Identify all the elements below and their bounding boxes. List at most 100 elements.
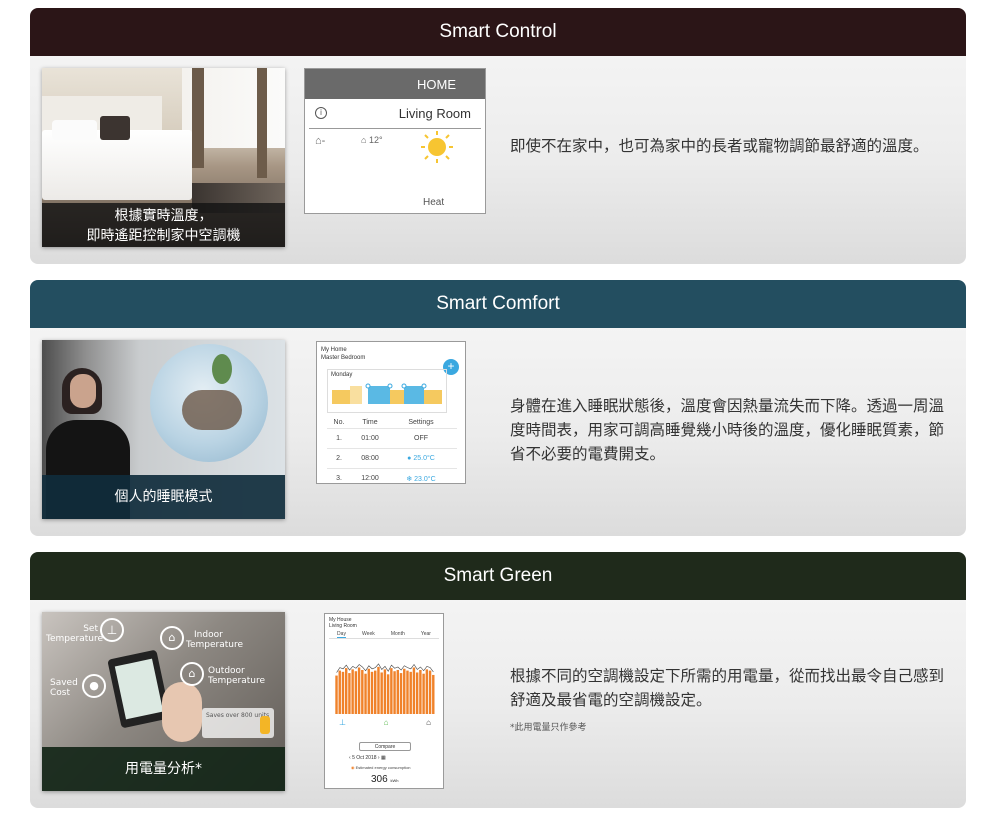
chart-bar — [354, 671, 358, 714]
chart-bar — [357, 667, 361, 714]
col-settings: Settings — [408, 419, 434, 426]
chart-bar — [341, 671, 345, 714]
tab-day[interactable]: Day — [337, 631, 346, 638]
estimated-row: ◉ Estimated energy consumption — [351, 765, 411, 770]
energy-analysis-photo: ⊥ ⌂ ⌂ ● Set Temperature Indoor Temperatu… — [42, 612, 285, 791]
app-screen-control: HOME i Living Room ⌂- ⌂ 12° Heat — [304, 68, 486, 214]
tab-month[interactable]: Month — [391, 631, 405, 638]
snowflake-icon: ❄ — [406, 475, 415, 483]
cell-setting: 23.0°C — [414, 475, 436, 483]
energy-bar-chart — [335, 663, 435, 714]
thermometer-icon: ⊥ — [100, 618, 124, 642]
chart-bar — [415, 672, 419, 714]
photo-caption: 個人的睡眠模式 — [42, 475, 285, 519]
mode-label: Heat — [423, 197, 445, 208]
indoor-icon: ⌂ — [160, 626, 184, 650]
day-label: Monday — [331, 372, 353, 378]
chart-bar — [412, 667, 416, 714]
chart-bar — [403, 668, 406, 714]
cell-no: 3. — [336, 475, 342, 482]
app-screen-green: My House Living Room Day Week Month Year… — [324, 613, 444, 789]
home-icon: ⌂- — [315, 135, 326, 147]
compare-button[interactable]: Compare — [359, 742, 411, 751]
chart-bar — [367, 668, 370, 714]
chart-bar — [419, 669, 422, 714]
set-temp-label: Set Temperature — [46, 624, 104, 644]
photo-caption: 用電量分析* — [42, 747, 285, 791]
chart-bar — [377, 666, 380, 714]
room-label: Master Bedroom — [321, 355, 366, 361]
smart-green-section: Smart Green ⊥ ⌂ ⌂ ● Set Temperature Indo… — [30, 552, 966, 808]
tab-week[interactable]: Week — [362, 631, 375, 638]
col-no: No. — [333, 419, 345, 426]
estimated-text: Estimated energy consumption — [355, 765, 411, 770]
smart-control-description: 即使不在家中，也可為家中的長者或寵物調節最舒適的溫度。 — [510, 137, 929, 155]
caption-text: 用電量分析* — [125, 761, 202, 777]
chart-bar — [425, 669, 429, 714]
cell-time: 12:00 — [361, 475, 379, 482]
table-row[interactable]: 2. 08:00 ● 25.0°C — [327, 449, 457, 469]
schedule-table: No. Time Settings 1. 01:00 OFF 2. 08:00 … — [327, 417, 457, 483]
chart-bar — [406, 670, 409, 714]
cell-time: 08:00 — [361, 455, 379, 462]
cell-setting: 25.0°C — [413, 455, 435, 462]
cell-setting-wrap: ❄ 23.0°C — [389, 475, 453, 483]
label-line: Indoor — [194, 630, 223, 640]
chart-bar — [409, 671, 412, 714]
caption-line-1: 根據實時溫度， — [114, 208, 213, 224]
room-label: Living Room — [329, 623, 357, 629]
chart-bar — [370, 671, 374, 714]
chart-bar — [364, 673, 367, 714]
coins-icon — [260, 716, 270, 734]
cell-no: 1. — [336, 435, 342, 442]
tab-year[interactable]: Year — [421, 631, 431, 638]
section-title: Smart Control — [439, 21, 557, 42]
app-screen-comfort: My Home Master Bedroom + Monday No. Time… — [316, 341, 466, 484]
indoor-label: Indoor Temperature — [186, 630, 243, 650]
photo-caption: 根據實時溫度， 即時遙距控制家中空調機 — [42, 203, 285, 247]
cell-setting: OFF — [414, 435, 428, 442]
chart-bar — [422, 673, 425, 714]
house-temp-icon: ⌂ — [361, 135, 367, 145]
table-row[interactable]: 1. 01:00 OFF — [327, 429, 457, 449]
label-line: Temperature — [208, 676, 266, 686]
saved-cost-label: Saved Cost — [50, 678, 78, 698]
footnote: *此用電量只作參考 — [510, 723, 587, 733]
col-time: Time — [362, 419, 378, 426]
home-label: My Home — [321, 347, 347, 353]
date-text: 5 Oct 2018 — [352, 755, 377, 761]
unit-text: kWh — [390, 778, 399, 783]
smart-green-description: 根據不同的空調機設定下所需的用電量，從而找出最令自己感到舒適及最省電的空調機設定… — [510, 667, 945, 709]
caption-text: 個人的睡眠模式 — [114, 489, 213, 505]
smart-comfort-header: Smart Comfort — [30, 280, 966, 328]
label-line: Temperature — [186, 640, 244, 650]
home-bar: HOME — [305, 69, 485, 99]
room-row: i Living Room — [309, 99, 481, 129]
chart-bar — [335, 675, 338, 714]
chevron-right-icon[interactable]: › — [378, 755, 380, 761]
sun-icon — [419, 129, 455, 165]
caption-line-2: 即時遙距控制家中空調機 — [86, 228, 241, 244]
house-icon: ⌂ — [383, 718, 389, 727]
chart-bar — [390, 668, 393, 714]
schedule-chart: Monday — [327, 369, 447, 413]
chart-bar — [348, 673, 351, 714]
label-line: Set — [83, 624, 98, 634]
section-title: Smart Comfort — [436, 293, 560, 314]
energy-value: 306 kWh — [371, 774, 398, 785]
chart-bar — [351, 669, 354, 714]
smart-comfort-section: Smart Comfort 個人的睡眠模式 My Home Master Bed… — [30, 280, 966, 536]
table-row[interactable]: 3. 12:00 ❄ 23.0°C — [327, 469, 457, 483]
outdoor-icon: ⌂ — [180, 662, 204, 686]
chart-bar — [386, 674, 390, 714]
label-line: Temperature — [46, 634, 104, 644]
smart-green-header: Smart Green — [30, 552, 966, 600]
cell-no: 2. — [336, 455, 342, 462]
info-icon[interactable]: i — [315, 107, 327, 119]
chart-bar — [374, 670, 377, 714]
calendar-icon[interactable]: ▦ — [381, 755, 386, 761]
section-title: Smart Green — [443, 565, 553, 586]
outdoor-house-icon: ⌂ — [426, 718, 431, 727]
label-line: Cost — [50, 688, 71, 698]
label-line: Outdoor — [208, 666, 245, 676]
